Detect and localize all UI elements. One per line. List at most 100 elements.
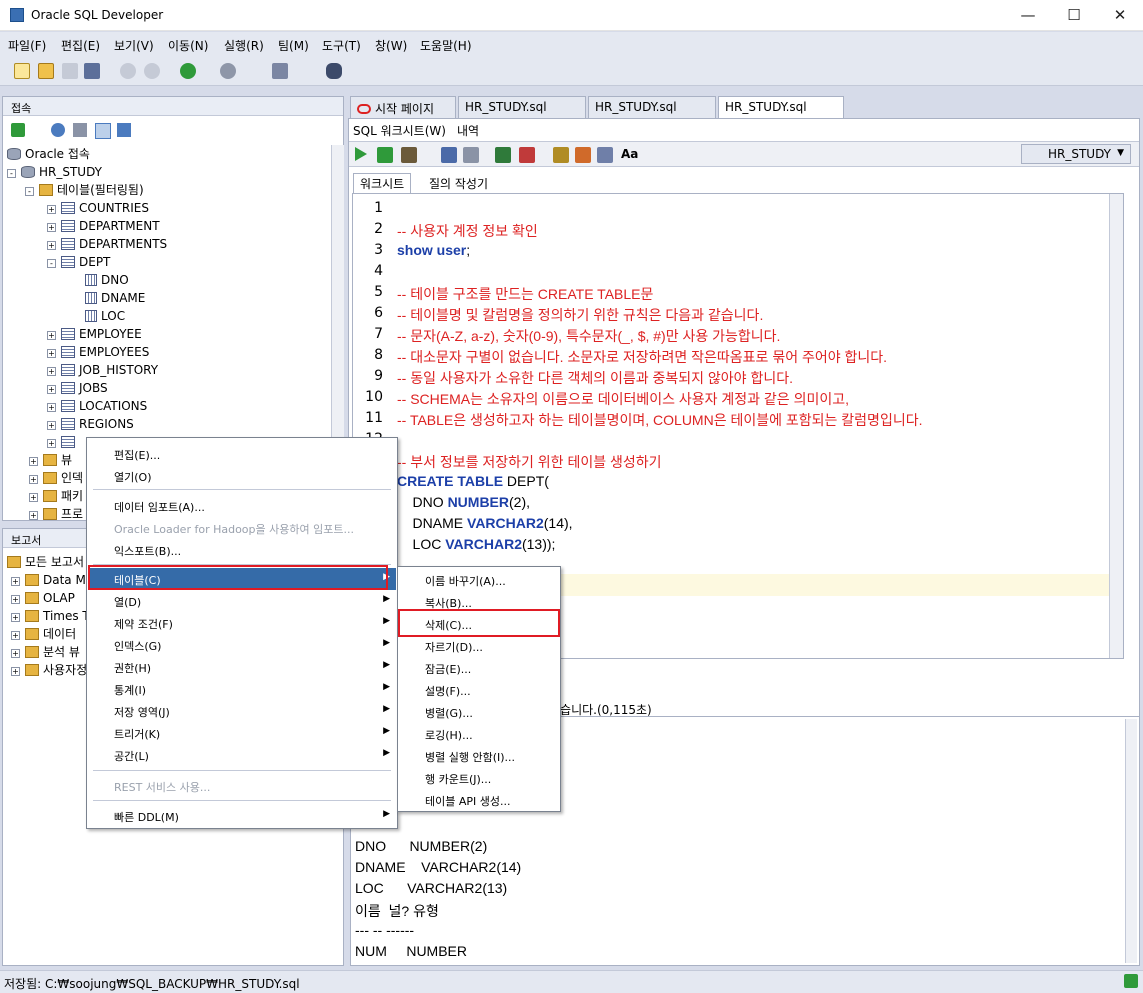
tree-folder-item[interactable]: + 뷰 bbox=[29, 451, 72, 469]
menu-item-import-data[interactable]: 데이터 임포트(A)... bbox=[88, 495, 396, 517]
eraser-icon[interactable] bbox=[575, 147, 591, 163]
menu-edit[interactable]: 편집(E) bbox=[61, 37, 100, 54]
expand-icon[interactable]: + bbox=[11, 667, 20, 676]
expand-icon[interactable]: + bbox=[11, 577, 20, 586]
output-scrollbar[interactable] bbox=[1125, 719, 1137, 963]
case-change-icon[interactable]: Aa bbox=[621, 147, 638, 161]
submenu-item-parallel[interactable]: 병렬(G)... bbox=[399, 701, 559, 723]
menu-help[interactable]: 도움말(H) bbox=[420, 37, 472, 54]
tree-table-item[interactable]: + JOB_HISTORY bbox=[47, 361, 158, 379]
tab-sql-worksheet[interactable]: SQL 워크시트(W) bbox=[353, 122, 446, 139]
tab-history[interactable]: 내역 bbox=[457, 122, 479, 139]
menu-item-column[interactable]: 열(D) ▶ bbox=[88, 590, 396, 612]
expand-icon[interactable]: + bbox=[47, 403, 56, 412]
menu-tools[interactable]: 도구(T) bbox=[322, 37, 361, 54]
tree-table-item[interactable]: + REGIONS bbox=[47, 415, 134, 433]
tree-table-selected[interactable]: + bbox=[47, 433, 79, 451]
save-all-icon[interactable] bbox=[84, 63, 100, 79]
tree-folder-item[interactable]: + 프로 bbox=[29, 505, 83, 523]
expand-icon[interactable]: + bbox=[29, 475, 38, 484]
tree-root[interactable]: Oracle 접속 bbox=[7, 145, 90, 163]
tree-column-item[interactable]: LOC bbox=[85, 307, 125, 325]
submenu-item-rename[interactable]: 이름 바꾸기(A)... bbox=[399, 569, 559, 591]
tree-tables-folder[interactable]: - 테이블(필터링됨) bbox=[25, 181, 144, 199]
tree-connection[interactable]: - HR_STUDY bbox=[7, 163, 102, 181]
menu-navigate[interactable]: 이동(N) bbox=[168, 37, 208, 54]
close-button[interactable]: ✕ bbox=[1097, 0, 1143, 31]
reports-root[interactable]: 모든 보고서 bbox=[7, 553, 84, 571]
tab-query-builder[interactable]: 질의 작성기 bbox=[429, 175, 488, 192]
expand-icon[interactable]: + bbox=[47, 241, 56, 250]
explain-plan-icon[interactable] bbox=[441, 147, 457, 163]
tab-hr-study-3[interactable]: HR_STUDY.sql bbox=[718, 96, 844, 118]
open-icon[interactable] bbox=[38, 63, 54, 79]
expand-icon[interactable]: + bbox=[47, 331, 56, 340]
report-item[interactable]: + 분석 뷰 bbox=[11, 643, 80, 661]
submenu-item-logging[interactable]: 로깅(H)... bbox=[399, 723, 559, 745]
tree-table-dept[interactable]: - DEPT bbox=[47, 253, 110, 271]
tree-folder-item[interactable]: + 인덱 bbox=[29, 469, 83, 487]
expand-icon[interactable]: + bbox=[47, 349, 56, 358]
menu-item-spatial[interactable]: 공간(L) ▶ bbox=[88, 744, 396, 766]
add-connection-icon[interactable] bbox=[11, 123, 25, 137]
menu-item-storage[interactable]: 저장 영역(J) ▶ bbox=[88, 700, 396, 722]
editor-scrollbar[interactable] bbox=[1109, 194, 1123, 658]
tree-table-item[interactable]: + JOBS bbox=[47, 379, 108, 397]
filter-icon[interactable] bbox=[73, 123, 87, 137]
sql-icon[interactable] bbox=[272, 63, 288, 79]
menu-item-open[interactable]: 열기(O) bbox=[88, 465, 396, 487]
submenu-item-lock[interactable]: 잠금(E)... bbox=[399, 657, 559, 679]
commit-icon[interactable] bbox=[495, 147, 511, 163]
report-item[interactable]: + Times T bbox=[11, 607, 90, 625]
run-script-icon[interactable] bbox=[377, 147, 393, 163]
autotrace-icon[interactable] bbox=[401, 147, 417, 163]
expand-icon[interactable]: + bbox=[11, 613, 20, 622]
expand-icon[interactable]: + bbox=[29, 457, 38, 466]
menu-item-statistics[interactable]: 통계(I) ▶ bbox=[88, 678, 396, 700]
report-item[interactable]: + OLAP bbox=[11, 589, 75, 607]
forward-icon[interactable] bbox=[220, 63, 236, 79]
tree-folder-item[interactable]: + 패키 bbox=[29, 487, 83, 505]
tab-hr-study-2[interactable]: HR_STUDY.sql bbox=[588, 96, 716, 118]
menu-item-export[interactable]: 익스포트(B)... bbox=[88, 539, 396, 561]
tree-column-item[interactable]: DNAME bbox=[85, 289, 145, 307]
tab-hr-study-1[interactable]: HR_STUDY.sql bbox=[458, 96, 586, 118]
submenu-item-comment[interactable]: 설명(F)... bbox=[399, 679, 559, 701]
expand-icon[interactable]: + bbox=[29, 493, 38, 502]
menu-item-quick-ddl[interactable]: 빠른 DDL(M) ▶ bbox=[88, 805, 396, 827]
menu-item-trigger[interactable]: 트리거(K) ▶ bbox=[88, 722, 396, 744]
expand-icon[interactable]: + bbox=[47, 421, 56, 430]
expand-icon[interactable]: + bbox=[47, 223, 56, 232]
tree-column-item[interactable]: DNO bbox=[85, 271, 129, 289]
minimize-button[interactable]: — bbox=[1005, 0, 1051, 31]
unshared-worksheet-icon[interactable] bbox=[117, 123, 131, 137]
tree-table-item[interactable]: + DEPARTMENTS bbox=[47, 235, 167, 253]
redo-icon[interactable] bbox=[144, 63, 160, 79]
menu-run[interactable]: 실행(R) bbox=[224, 37, 264, 54]
tree-table-item[interactable]: + LOCATIONS bbox=[47, 397, 147, 415]
expand-icon[interactable]: + bbox=[47, 367, 56, 376]
expand-icon[interactable]: + bbox=[29, 511, 38, 520]
submenu-item-generate-api[interactable]: 테이블 API 생성... bbox=[399, 789, 559, 811]
expand-icon[interactable]: + bbox=[47, 205, 56, 214]
tab-start-page[interactable]: 시작 페이지 bbox=[350, 96, 456, 118]
report-item[interactable]: + Data M bbox=[11, 571, 86, 589]
tree-table-item[interactable]: + COUNTRIES bbox=[47, 199, 149, 217]
tab-worksheet[interactable]: 워크시트 bbox=[353, 173, 412, 193]
report-item[interactable]: + 사용자정 bbox=[11, 661, 87, 679]
submenu-item-truncate[interactable]: 자르기(D)... bbox=[399, 635, 559, 657]
tree-table-item[interactable]: + DEPARTMENT bbox=[47, 217, 160, 235]
expand-icon[interactable]: + bbox=[47, 439, 56, 448]
rollback-icon[interactable] bbox=[519, 147, 535, 163]
expand-icon[interactable]: + bbox=[47, 385, 56, 394]
new-icon[interactable] bbox=[14, 63, 30, 79]
expand-icon[interactable]: + bbox=[11, 649, 20, 658]
undo-icon[interactable] bbox=[120, 63, 136, 79]
report-item[interactable]: + 데이터 bbox=[11, 625, 76, 643]
connection-select[interactable]: HR_STUDY ▼ bbox=[1021, 144, 1131, 164]
menu-item-privileges[interactable]: 권한(H) ▶ bbox=[88, 656, 396, 678]
menu-window[interactable]: 창(W) bbox=[375, 37, 407, 54]
back-icon[interactable] bbox=[180, 63, 196, 79]
submenu-item-row-count[interactable]: 행 카운트(J)... bbox=[399, 767, 559, 789]
tree-table-item[interactable]: + EMPLOYEES bbox=[47, 343, 149, 361]
